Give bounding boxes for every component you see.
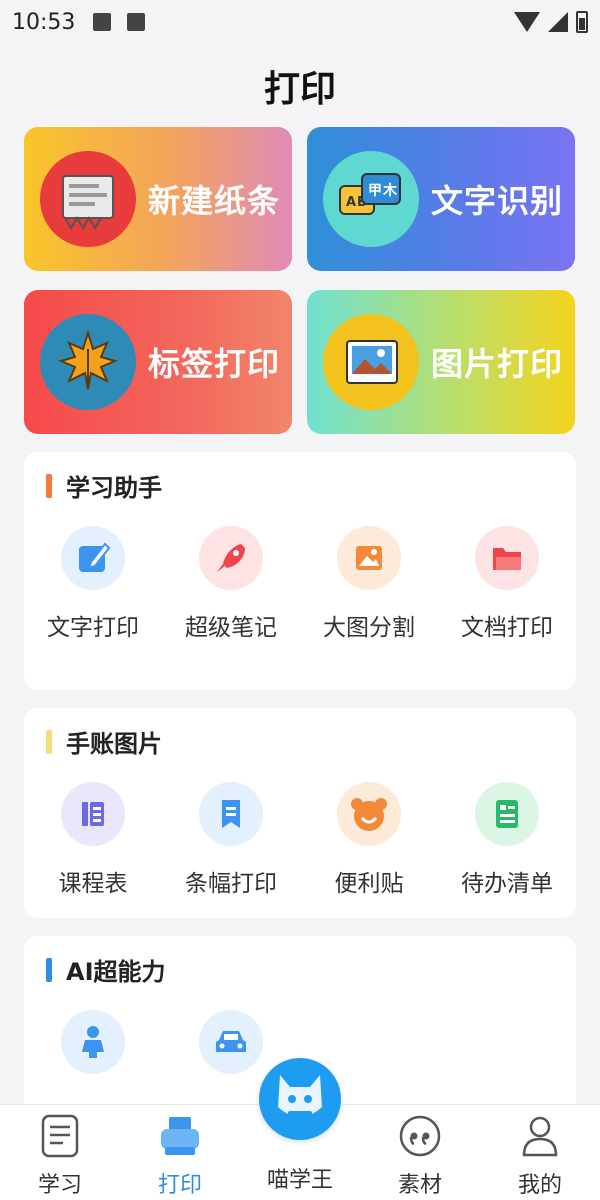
tool-label: 便利贴 <box>334 871 404 897</box>
nav-label: 素材 <box>397 1173 442 1198</box>
car-icon <box>199 1010 263 1074</box>
section-title-text: 手账图片 <box>66 730 162 758</box>
label-print-card[interactable]: 标签打印 <box>24 290 292 434</box>
sticky-note-tool[interactable]: 便利贴 <box>300 782 438 898</box>
image-split-tool[interactable]: 大图分割 <box>300 526 438 642</box>
section-accent-bar <box>46 729 52 754</box>
nav-print[interactable]: 打印 <box>120 1105 240 1200</box>
battery-icon <box>576 11 588 33</box>
super-notes-tool[interactable]: 超级笔记 <box>162 526 300 642</box>
ai-person-tool[interactable] <box>24 1010 162 1074</box>
wifi-icon <box>514 12 540 32</box>
tool-label: 条幅打印 <box>185 871 277 897</box>
tool-label: 大图分割 <box>323 615 415 641</box>
label-print-label: 标签打印 <box>148 345 281 383</box>
nav-label: 打印 <box>157 1173 202 1198</box>
new-note-label: 新建纸条 <box>148 182 281 220</box>
pen-edit-icon <box>61 526 125 590</box>
text-print-tool[interactable]: 文字打印 <box>24 526 162 642</box>
person-icon <box>61 1010 125 1074</box>
document-icon <box>41 1114 79 1158</box>
todo-list-tool[interactable]: 待办清单 <box>438 782 576 898</box>
gallery-notification-icon <box>93 13 112 31</box>
schedule-icon <box>61 782 125 846</box>
maple-leaf-icon <box>40 314 136 410</box>
app-notification-icon <box>127 13 146 31</box>
schedule-tool[interactable]: 课程表 <box>24 782 162 898</box>
ocr-card[interactable]: AB 甲木 文字识别 <box>307 127 575 271</box>
section-accent-bar <box>46 473 52 498</box>
tool-label: 课程表 <box>58 871 128 897</box>
document-print-tool[interactable]: 文档打印 <box>438 526 576 642</box>
receipt-paper-icon <box>40 151 136 247</box>
section-title: 学习助手 <box>46 468 162 503</box>
rocket-icon <box>199 526 263 590</box>
signal-icon <box>548 12 568 32</box>
section-accent-bar <box>46 957 52 982</box>
checklist-icon <box>475 782 539 846</box>
tool-label: 待办清单 <box>461 871 553 897</box>
printer-icon <box>161 1117 199 1155</box>
journal-images-panel: 手账图片 课程表 条幅打印 便利贴 待办清单 <box>24 708 576 918</box>
center-fab-label[interactable]: 喵学王 <box>240 1162 360 1194</box>
tool-label: 超级笔记 <box>185 615 277 641</box>
section-title: 手账图片 <box>46 724 162 759</box>
cat-mascot-icon <box>278 1075 322 1119</box>
ocr-label: 文字识别 <box>431 182 564 220</box>
banner-bookmark-icon <box>199 782 263 846</box>
section-title: AI超能力 <box>46 952 166 987</box>
study-assistant-panel: 学习助手 文字打印 超级笔记 大图分割 文档打印 <box>24 452 576 690</box>
svg-text:甲木: 甲木 <box>368 182 398 199</box>
quote-icon <box>399 1115 441 1157</box>
section-title-text: 学习助手 <box>66 474 162 502</box>
landscape-photo-icon <box>323 314 419 410</box>
nav-study[interactable]: 学习 <box>0 1105 120 1200</box>
new-note-card[interactable]: 新建纸条 <box>24 127 292 271</box>
nav-label: 我的 <box>517 1173 562 1198</box>
page-title: 打印 <box>263 69 336 110</box>
status-time: 10:53 <box>12 9 76 35</box>
status-bar: 10:53 <box>0 0 600 44</box>
nav-materials[interactable]: 素材 <box>360 1105 480 1200</box>
image-icon <box>337 526 401 590</box>
image-print-label: 图片打印 <box>431 345 564 383</box>
translate-bubbles-icon: AB 甲木 <box>323 151 419 247</box>
tool-label: 文档打印 <box>461 615 553 641</box>
user-icon <box>522 1116 558 1157</box>
banner-print-tool[interactable]: 条幅打印 <box>162 782 300 898</box>
bear-face-icon <box>337 782 401 846</box>
image-print-card[interactable]: 图片打印 <box>307 290 575 434</box>
section-title-text: AI超能力 <box>66 958 166 986</box>
nav-label: 学习 <box>37 1173 82 1198</box>
tool-label: 文字打印 <box>47 615 139 641</box>
nav-profile[interactable]: 我的 <box>480 1105 600 1200</box>
center-fab-button[interactable] <box>259 1058 341 1140</box>
folder-icon <box>475 526 539 590</box>
